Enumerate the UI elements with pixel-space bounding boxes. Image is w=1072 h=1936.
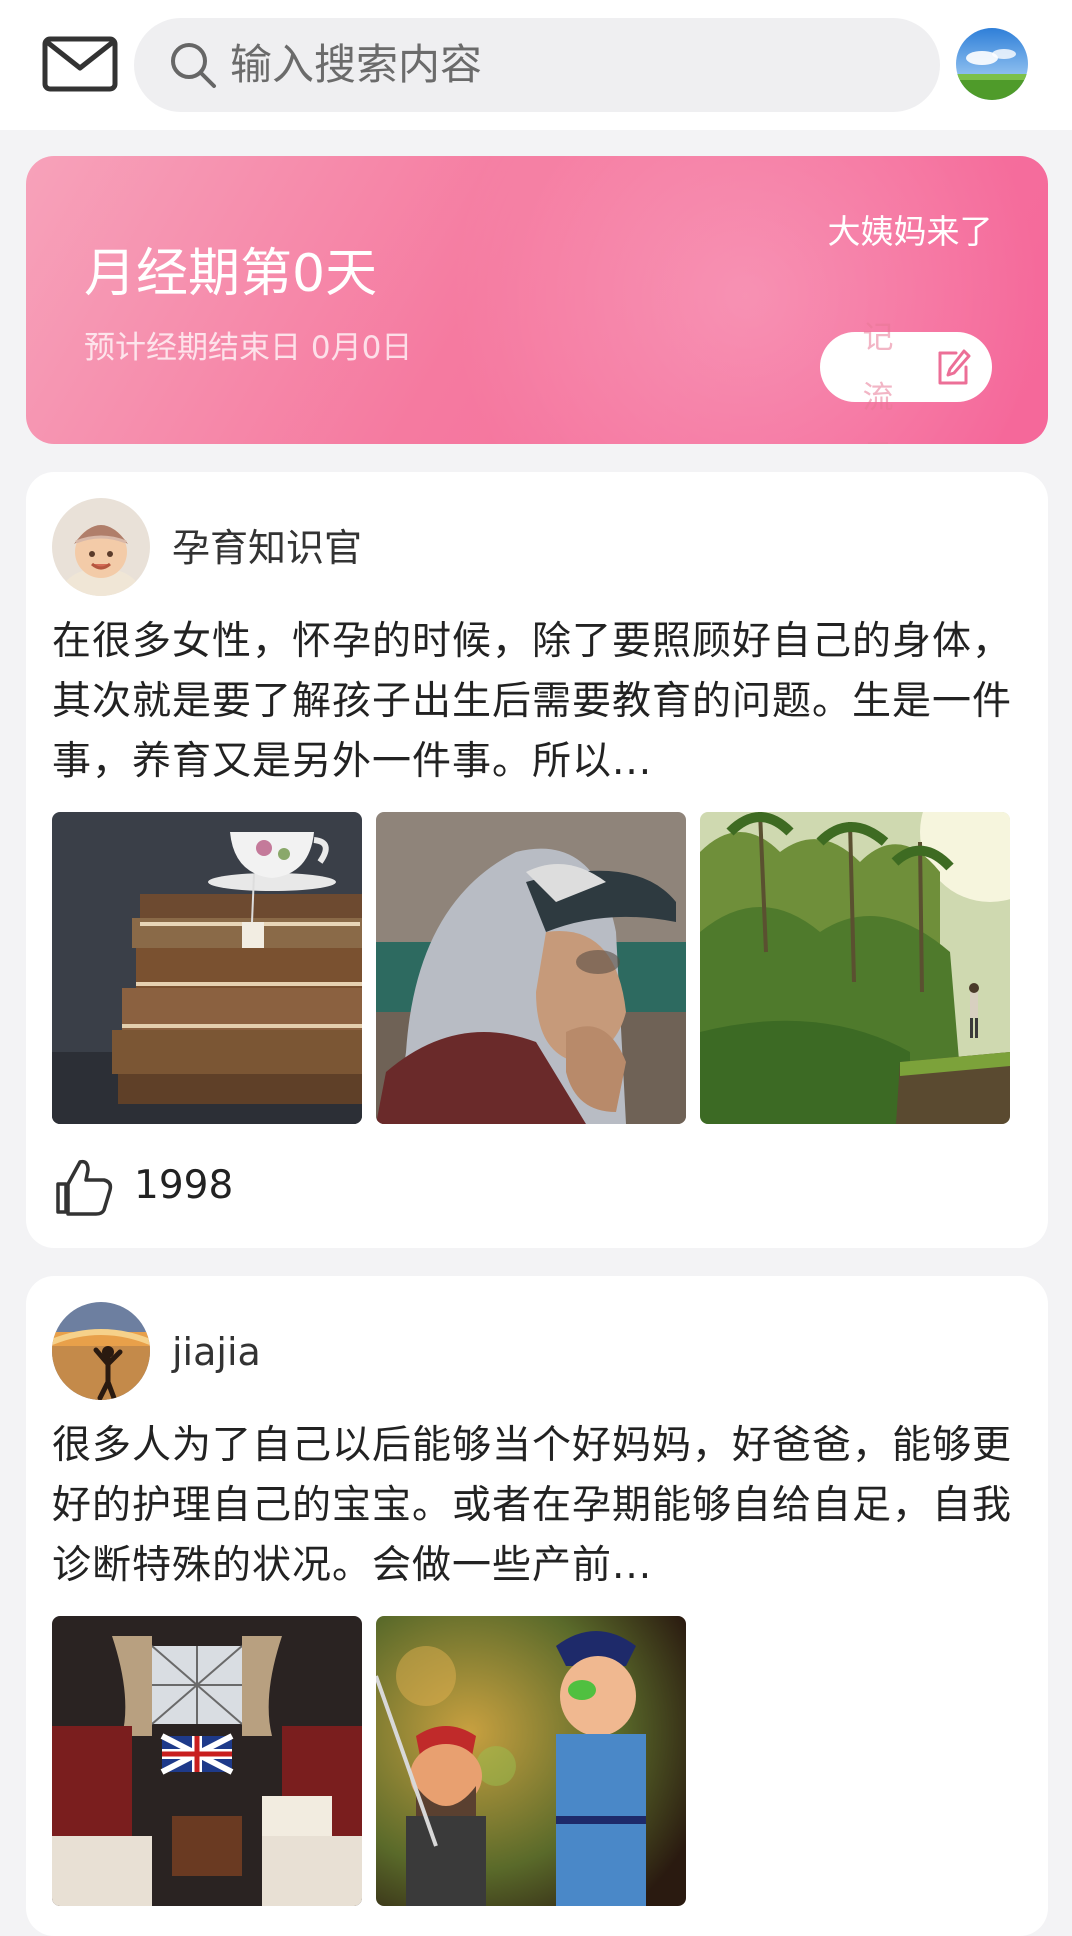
post-photo-train-cabin[interactable] <box>52 1616 362 1906</box>
edit-icon <box>938 349 971 385</box>
post-card[interactable]: 孕育知识官 在很多女性，怀孕的时候，除了要照顾好自己的身体，其次就是要了解孩子出… <box>26 472 1048 1248</box>
period-banner[interactable]: 月经期第0天 预计经期结束日 0月0日 大姨妈来了 记流量 <box>26 156 1048 444</box>
mail-icon[interactable] <box>42 36 118 92</box>
post-photo-elder-woman[interactable] <box>376 812 686 1124</box>
search-icon <box>171 43 216 88</box>
record-flow-label: 记流量 <box>862 320 894 444</box>
period-end-estimate: 预计经期结束日 0月0日 <box>84 330 413 366</box>
top-bar: 输入搜索内容 <box>0 0 1072 130</box>
record-flow-button[interactable]: 记流量 <box>820 320 992 444</box>
search-input[interactable]: 输入搜索内容 <box>134 18 940 112</box>
thumbs-up-icon <box>56 1159 113 1216</box>
post-photo-jungle[interactable] <box>700 812 1010 1124</box>
search-placeholder: 输入搜索内容 <box>230 40 483 89</box>
period-day-title: 月经期第0天 <box>84 244 378 304</box>
post-text[interactable]: 在很多女性，怀孕的时候，除了要照顾好自己的身体，其次就是要了解孩子出生后需要教育… <box>52 612 1022 792</box>
like-count: 1998 <box>134 1163 234 1208</box>
post-text[interactable]: 很多人为了自己以后能够当个好妈妈，好爸爸，能够更好的护理自己的宝宝。或者在孕期能… <box>52 1416 1022 1596</box>
post-photo-books[interactable] <box>52 812 362 1124</box>
post-photo-figurines[interactable] <box>376 1616 686 1906</box>
post-card[interactable]: jiajia 很多人为了自己以后能够当个好妈妈，好爸爸，能够更好的护理自己的宝宝… <box>26 1276 1048 1936</box>
author-avatar[interactable] <box>52 1302 150 1400</box>
period-started-prompt: 大姨妈来了 <box>827 212 993 251</box>
author-name[interactable]: jiajia <box>172 1328 261 1376</box>
user-avatar[interactable] <box>956 28 1028 100</box>
author-name[interactable]: 孕育知识官 <box>172 524 362 572</box>
author-avatar[interactable] <box>52 498 150 596</box>
